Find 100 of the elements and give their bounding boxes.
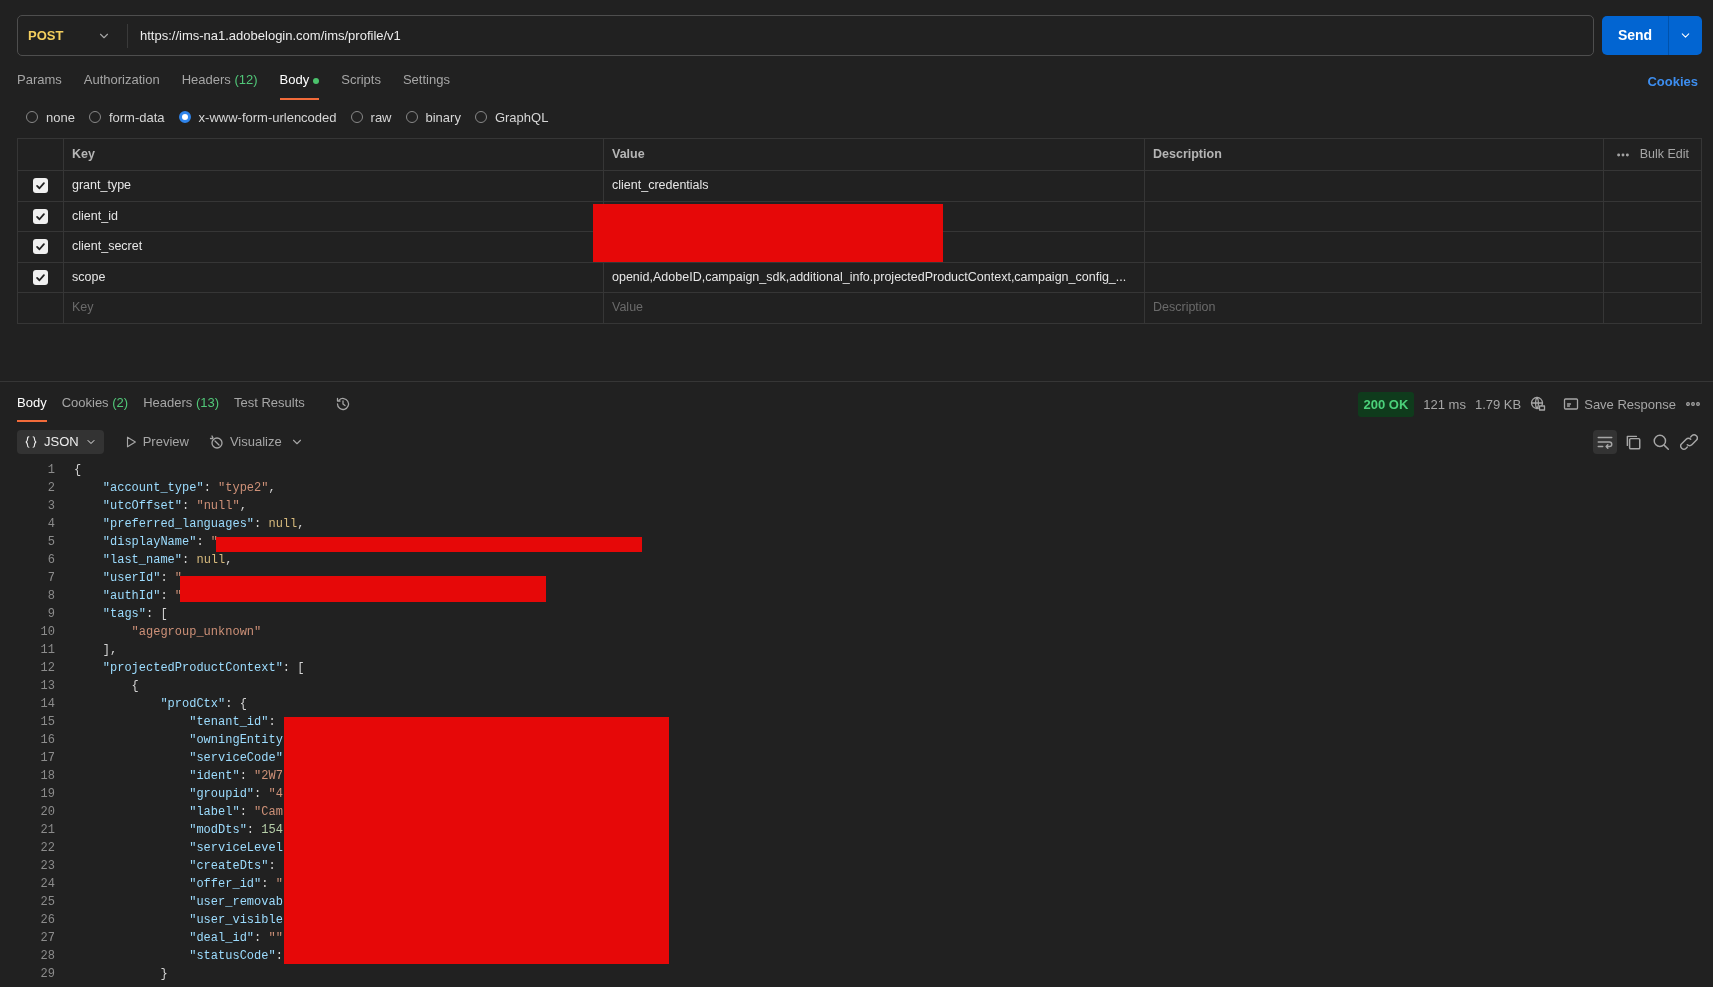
placeholder-text: Description <box>1153 299 1216 317</box>
status-badge: 200 OK <box>1357 391 1415 417</box>
line-number: 28 <box>39 948 55 965</box>
code-line: "user_removab <box>188 894 283 911</box>
tab[interactable]: Headers (13) <box>143 386 219 422</box>
code-line: "agegroup_unknown" <box>130 624 262 641</box>
code-line: "modDts": 154 <box>188 822 283 839</box>
tab[interactable]: Body <box>279 64 320 100</box>
radio-label: none <box>46 108 75 127</box>
checkbox[interactable] <box>33 178 48 194</box>
tab[interactable]: Params <box>17 64 62 100</box>
line-number: 9 <box>46 606 55 623</box>
code-line: "account_type": "type2", <box>101 480 276 497</box>
search-icon[interactable] <box>1652 433 1670 451</box>
send-button[interactable]: Send <box>1602 16 1668 55</box>
line-number: 14 <box>39 696 55 713</box>
radio-label: raw <box>370 108 392 127</box>
column-header: Key <box>72 146 95 164</box>
visualize-button[interactable]: Visualize <box>208 432 282 452</box>
code-line: "userId": " <box>101 570 183 587</box>
line-number: 22 <box>39 840 55 857</box>
tab[interactable]: Scripts <box>341 64 381 100</box>
code-line: "statusCode": <box>188 948 283 965</box>
line-number: 21 <box>39 822 55 839</box>
radio-button[interactable] <box>178 111 191 124</box>
line-number: 3 <box>46 498 55 515</box>
code-line: "user_visible <box>188 912 283 929</box>
code-line: { <box>73 462 82 479</box>
line-number: 23 <box>39 858 55 875</box>
response-size: 1.79 KB <box>1474 395 1522 414</box>
code-line: "ident": "2W7 <box>188 768 283 785</box>
line-number: 2 <box>46 480 55 497</box>
code-line: "tenant_id": <box>188 714 276 731</box>
bulk-edit-link[interactable]: Bulk Edit <box>1639 145 1689 164</box>
tab[interactable]: Body <box>17 386 47 422</box>
checkbox[interactable] <box>33 269 48 285</box>
line-number: 8 <box>46 588 55 605</box>
method-dropdown[interactable]: POST <box>18 23 128 48</box>
check-icon <box>35 241 46 253</box>
line-number: 6 <box>46 552 55 569</box>
placeholder-text: Value <box>612 299 644 317</box>
key-cell-text: grant_type <box>72 177 132 195</box>
code-line: "groupid": "4 <box>188 786 283 803</box>
key-cell-text: scope <box>72 268 106 286</box>
tab[interactable]: Cookies (2) <box>61 386 129 422</box>
line-number: 26 <box>39 912 55 929</box>
line-number: 29 <box>39 966 55 983</box>
check-icon <box>35 180 46 192</box>
code-line: "serviceCode" <box>188 750 283 767</box>
cookies-link[interactable]: Cookies <box>1647 72 1698 92</box>
line-number: 13 <box>39 678 55 695</box>
tab[interactable]: Authorization <box>83 64 160 100</box>
url-field[interactable]: https://ims-na1.adobelogin.com/ims/profile/v1 <box>128 25 401 46</box>
line-number: 12 <box>39 660 55 677</box>
key-cell-text: client_secret <box>72 238 143 256</box>
response-time: 121 ms <box>1423 395 1466 414</box>
tab[interactable]: Test Results <box>234 386 305 422</box>
example-icon <box>1563 396 1580 413</box>
code-line: "owningEntity <box>188 732 283 749</box>
code-line: } <box>159 966 168 983</box>
format-dropdown[interactable]: JSON <box>17 430 104 454</box>
code-line: "deal_id": "" <box>188 930 283 947</box>
save-response-button[interactable]: Save Response <box>1563 394 1676 414</box>
line-number: 4 <box>46 516 55 533</box>
line-number: 10 <box>39 624 55 641</box>
column-header: Value <box>612 146 645 164</box>
value-cell-text: client_credentials <box>612 177 709 195</box>
tab[interactable]: Headers (12) <box>181 64 258 100</box>
code-line: "tags": [ <box>101 606 168 623</box>
column-header: Description <box>1153 146 1222 164</box>
code-line: ], <box>101 642 118 659</box>
line-number: 18 <box>39 768 55 785</box>
braces-icon <box>24 435 38 449</box>
code-line: "preferred_languages": null, <box>101 516 305 533</box>
globe-lock-icon[interactable] <box>1530 396 1547 413</box>
value-cell-text: openid,AdobeID,campaign_sdk,additional_info.projectedProductContext,campaign_config_... <box>612 268 1127 286</box>
copy-icon[interactable] <box>1624 433 1642 451</box>
line-number: 16 <box>39 732 55 749</box>
line-number: 11 <box>39 642 55 659</box>
placeholder-text: Key <box>72 299 94 317</box>
code-line: "label": "Cam <box>188 804 283 821</box>
preview-button[interactable]: Preview <box>123 432 189 452</box>
line-number: 17 <box>39 750 55 767</box>
line-number: 5 <box>46 534 55 551</box>
line-number: 19 <box>39 786 55 803</box>
check-icon <box>35 271 46 283</box>
tab[interactable]: Settings <box>402 64 450 100</box>
radio-label: form-data <box>108 108 165 127</box>
link-icon[interactable] <box>1680 433 1698 451</box>
check-icon <box>35 210 46 222</box>
code-line: "createDts": <box>188 858 276 875</box>
checkbox[interactable] <box>33 239 48 255</box>
code-line: "last_name": null, <box>101 552 233 569</box>
line-number: 25 <box>39 894 55 911</box>
line-number: 1 <box>46 462 55 479</box>
history-icon[interactable] <box>334 396 351 413</box>
checkbox[interactable] <box>33 208 48 224</box>
line-number: 7 <box>46 570 55 587</box>
line-number: 24 <box>39 876 55 893</box>
code-line: "authId": " <box>101 588 183 605</box>
